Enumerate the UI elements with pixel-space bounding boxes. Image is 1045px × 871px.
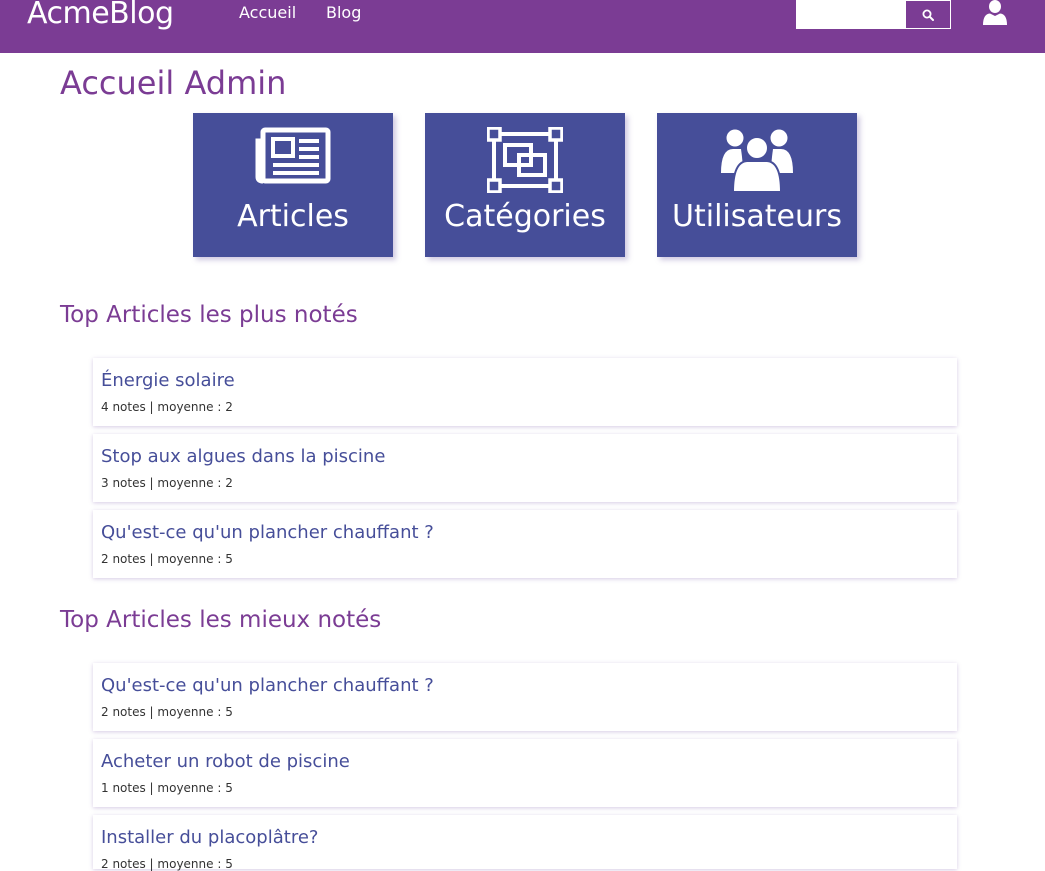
article-title-link[interactable]: Stop aux algues dans la piscine <box>101 446 385 467</box>
article-card[interactable]: Qu'est-ce qu'un plancher chauffant ? 2 n… <box>93 510 957 578</box>
nav-link-blog[interactable]: Blog <box>326 3 361 22</box>
object-group-icon <box>487 127 563 193</box>
article-rating-meta: 4 notes | moyenne : 2 <box>101 400 233 414</box>
article-title-link[interactable]: Acheter un robot de piscine <box>101 751 350 772</box>
articles-tile-button[interactable]: Articles <box>193 113 393 257</box>
users-tile-label: Utilisateurs <box>672 199 842 234</box>
article-title-link[interactable]: Qu'est-ce qu'un plancher chauffant ? <box>101 522 434 543</box>
article-rating-meta: 2 notes | moyenne : 5 <box>101 552 233 566</box>
article-rating-meta: 3 notes | moyenne : 2 <box>101 476 233 490</box>
search-button[interactable] <box>905 0 951 29</box>
section-title-best-rated: Top Articles les mieux notés <box>60 607 382 633</box>
search-input[interactable] <box>796 0 906 29</box>
section-title-most-rated: Top Articles les plus notés <box>60 302 358 328</box>
nav-link-accueil[interactable]: Accueil <box>239 3 296 22</box>
article-card[interactable]: Qu'est-ce qu'un plancher chauffant ? 2 n… <box>93 663 957 731</box>
article-title-link[interactable]: Qu'est-ce qu'un plancher chauffant ? <box>101 675 434 696</box>
article-rating-meta: 2 notes | moyenne : 5 <box>101 705 233 719</box>
user-icon[interactable] <box>982 0 1008 26</box>
article-card[interactable]: Installer du placoplâtre? 2 notes | moye… <box>93 815 957 871</box>
article-card[interactable]: Acheter un robot de piscine 1 notes | mo… <box>93 739 957 807</box>
article-card[interactable]: Stop aux algues dans la piscine 3 notes … <box>93 434 957 502</box>
page-title: Accueil Admin <box>60 64 287 102</box>
article-rating-meta: 1 notes | moyenne : 5 <box>101 781 233 795</box>
categories-tile-label: Catégories <box>444 199 606 234</box>
newspaper-icon <box>255 127 331 184</box>
top-navbar: AcmeBlog Accueil Blog <box>0 0 1045 53</box>
categories-tile-button[interactable]: Catégories <box>425 113 625 257</box>
article-card[interactable]: Énergie solaire 4 notes | moyenne : 2 <box>93 358 957 426</box>
article-title-link[interactable]: Installer du placoplâtre? <box>101 827 318 848</box>
users-tile-button[interactable]: Utilisateurs <box>657 113 857 257</box>
articles-tile-label: Articles <box>237 199 349 234</box>
search-icon <box>922 9 934 21</box>
brand-logo[interactable]: AcmeBlog <box>27 0 174 31</box>
users-icon <box>721 129 793 193</box>
article-title-link[interactable]: Énergie solaire <box>101 370 235 391</box>
